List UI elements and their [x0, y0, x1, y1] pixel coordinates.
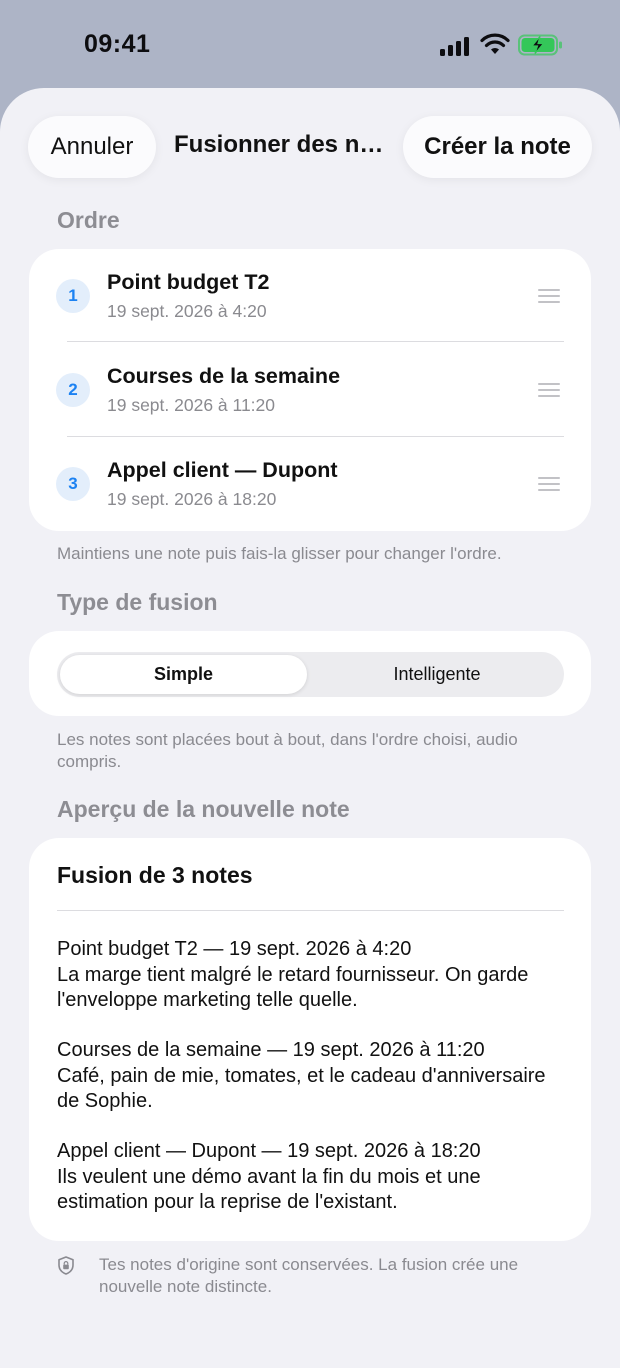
status-bar: 09:41 — [0, 0, 620, 90]
preview-note-heading: Point budget T2 — 19 sept. 2026 à 4:20 — [57, 938, 412, 960]
merge-type-segmented-control: Simple Intelligente — [57, 652, 564, 697]
battery-charging-icon — [518, 34, 562, 56]
preview-note-heading: Appel client — Dupont — 19 sept. 2026 à … — [57, 1140, 481, 1162]
preview-section-header: Aperçu de la nouvelle note — [57, 796, 350, 822]
segment-simple[interactable]: Simple — [60, 655, 307, 694]
preview-note-body: Café, pain de mie, tomates, et le cadeau… — [57, 1064, 546, 1113]
note-date: 19 sept. 2026 à 18:20 — [107, 489, 277, 509]
preview-title: Fusion de 3 notes — [57, 862, 253, 888]
merge-type-section-header: Type de fusion — [57, 589, 218, 615]
drag-handle-icon[interactable] — [538, 477, 560, 491]
order-number-badge: 1 — [56, 279, 90, 313]
shield-icon — [58, 1256, 74, 1275]
privacy-footnote: Tes notes d'origine sont conservées. La … — [99, 1255, 519, 1296]
wifi-icon — [480, 33, 510, 54]
preview-note-body: La marge tient malgré le retard fourniss… — [57, 963, 529, 1012]
note-date: 19 sept. 2026 à 11:20 — [107, 395, 276, 415]
segment-intelligente[interactable]: Intelligente — [310, 652, 564, 697]
create-note-button[interactable]: Créer la note — [403, 116, 592, 178]
preview-note-block: Courses de la semaine — 19 sept. 2026 à … — [57, 1038, 567, 1115]
cancel-button[interactable]: Annuler — [28, 116, 156, 178]
order-number-badge: 3 — [56, 467, 90, 501]
preview-note-body: Ils veulent une démo avant la fin du moi… — [57, 1165, 481, 1214]
merge-type-card: Simple Intelligente — [29, 631, 591, 716]
preview-divider — [57, 910, 564, 911]
sheet-title: Fusionner des notes — [174, 131, 390, 158]
order-list-card: 1 Point budget T2 19 sept. 2026 à 4:20 2… — [29, 249, 591, 531]
merge-type-footnote: Les notes sont placées bout à bout, dans… — [57, 730, 518, 771]
order-row-1[interactable]: 1 Point budget T2 19 sept. 2026 à 4:20 — [29, 249, 591, 343]
drag-handle-icon[interactable] — [538, 289, 560, 303]
note-title: Point budget T2 — [107, 270, 270, 294]
preview-note-block: Point budget T2 — 19 sept. 2026 à 4:20 L… — [57, 937, 567, 1014]
note-title: Appel client — Dupont — [107, 458, 338, 482]
order-footnote: Maintiens une note puis fais-la glisser … — [57, 544, 502, 563]
preview-note-heading: Courses de la semaine — 19 sept. 2026 à … — [57, 1039, 485, 1061]
drag-handle-icon[interactable] — [538, 383, 560, 397]
note-date: 19 sept. 2026 à 4:20 — [107, 301, 267, 321]
order-row-3[interactable]: 3 Appel client — Dupont 19 sept. 2026 à … — [29, 437, 591, 531]
order-section-header: Ordre — [57, 207, 120, 233]
order-row-2[interactable]: 2 Courses de la semaine 19 sept. 2026 à … — [29, 343, 591, 437]
row-divider — [67, 341, 564, 342]
order-number-badge: 2 — [56, 373, 90, 407]
signal-icon — [440, 36, 472, 56]
note-title: Courses de la semaine — [107, 364, 341, 388]
status-time: 09:41 — [84, 30, 151, 58]
preview-card: Fusion de 3 notes Point budget T2 — 19 s… — [29, 838, 591, 1241]
preview-note-block: Appel client — Dupont — 19 sept. 2026 à … — [57, 1139, 567, 1216]
